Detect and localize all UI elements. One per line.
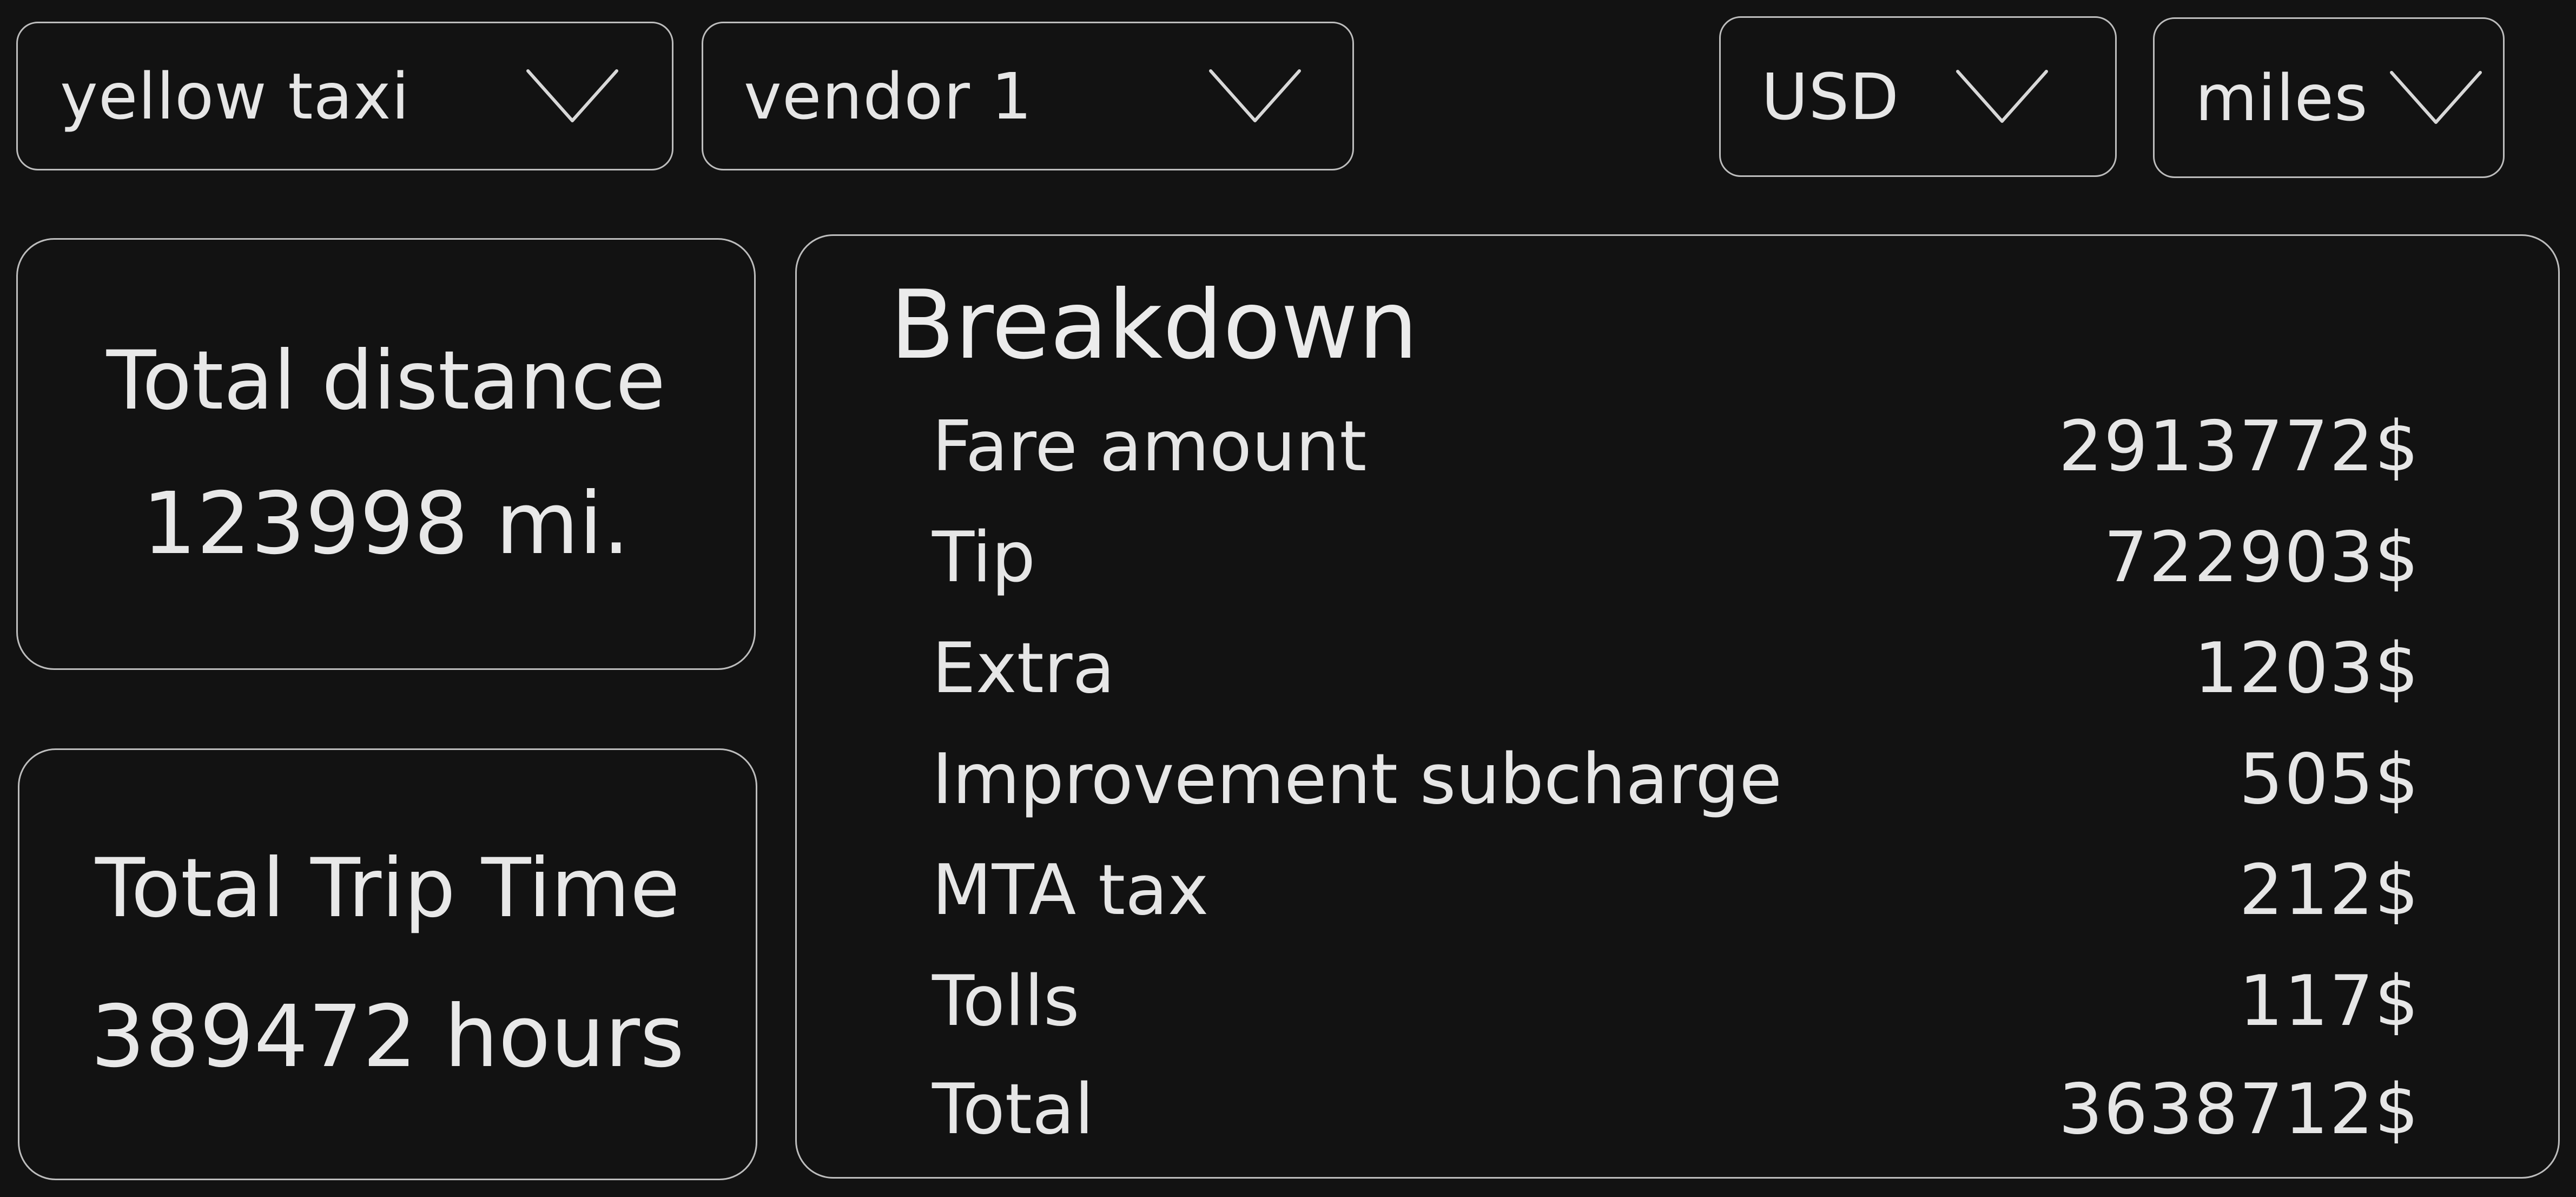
breakdown-row-total: Total 3638712$: [932, 1061, 2420, 1159]
breakdown-row-value: 3638712$: [2058, 1069, 2420, 1150]
total-trip-time-value: 389472 hours: [90, 987, 685, 1087]
breakdown-row-value: 117$: [2239, 961, 2420, 1042]
vendor-dropdown-value: vendor 1: [744, 58, 1033, 134]
breakdown-row-label: Improvement subcharge: [932, 739, 1782, 820]
unit-dropdown-value: miles: [2195, 60, 2368, 135]
chevron-down-icon[interactable]: [2387, 68, 2485, 128]
breakdown-row-value: 722903$: [2103, 517, 2420, 598]
breakdown-row-label: Extra: [932, 628, 1115, 709]
breakdown-row-value: 212$: [2239, 850, 2420, 931]
breakdown-row-label: Fare amount: [932, 406, 1367, 487]
breakdown-row-value: 2913772$: [2058, 406, 2420, 487]
total-distance-card: Total distance 123998 mi.: [16, 238, 756, 670]
dataset-dropdown[interactable]: yellow taxi: [16, 22, 673, 170]
chevron-down-icon[interactable]: [524, 67, 621, 126]
unit-dropdown[interactable]: miles: [2153, 17, 2505, 178]
chevron-down-icon[interactable]: [1953, 67, 2051, 127]
total-distance-value: 123998 mi.: [142, 474, 630, 574]
breakdown-row-mta-tax: MTA tax 212$: [932, 842, 2420, 939]
breakdown-row-value: 1203$: [2194, 628, 2420, 709]
breakdown-row-fare-amount: Fare amount 2913772$: [932, 398, 2420, 496]
vendor-dropdown[interactable]: vendor 1: [702, 22, 1354, 170]
breakdown-row-label: MTA tax: [932, 850, 1209, 931]
chevron-down-icon[interactable]: [1206, 67, 1304, 126]
total-trip-time-title: Total Trip Time: [95, 841, 680, 936]
total-trip-time-card: Total Trip Time 389472 hours: [18, 748, 757, 1180]
breakdown-row-value: 505$: [2239, 739, 2420, 820]
breakdown-row-label: Tip: [932, 517, 1036, 598]
dataset-dropdown-value: yellow taxi: [60, 58, 410, 134]
currency-dropdown-value: USD: [1761, 59, 1900, 134]
breakdown-row-label: Total: [932, 1069, 1094, 1150]
breakdown-card: Breakdown Fare amount 2913772$ Tip 72290…: [795, 234, 2560, 1179]
breakdown-title: Breakdown: [890, 271, 1418, 380]
breakdown-row-tolls: Tolls 117$: [932, 953, 2420, 1050]
total-distance-title: Total distance: [106, 334, 666, 429]
breakdown-row-improvement-subcharge: Improvement subcharge 505$: [932, 731, 2420, 828]
breakdown-row-label: Tolls: [932, 961, 1080, 1042]
currency-dropdown[interactable]: USD: [1719, 16, 2117, 177]
breakdown-row-extra: Extra 1203$: [932, 620, 2420, 718]
breakdown-row-tip: Tip 722903$: [932, 509, 2420, 607]
